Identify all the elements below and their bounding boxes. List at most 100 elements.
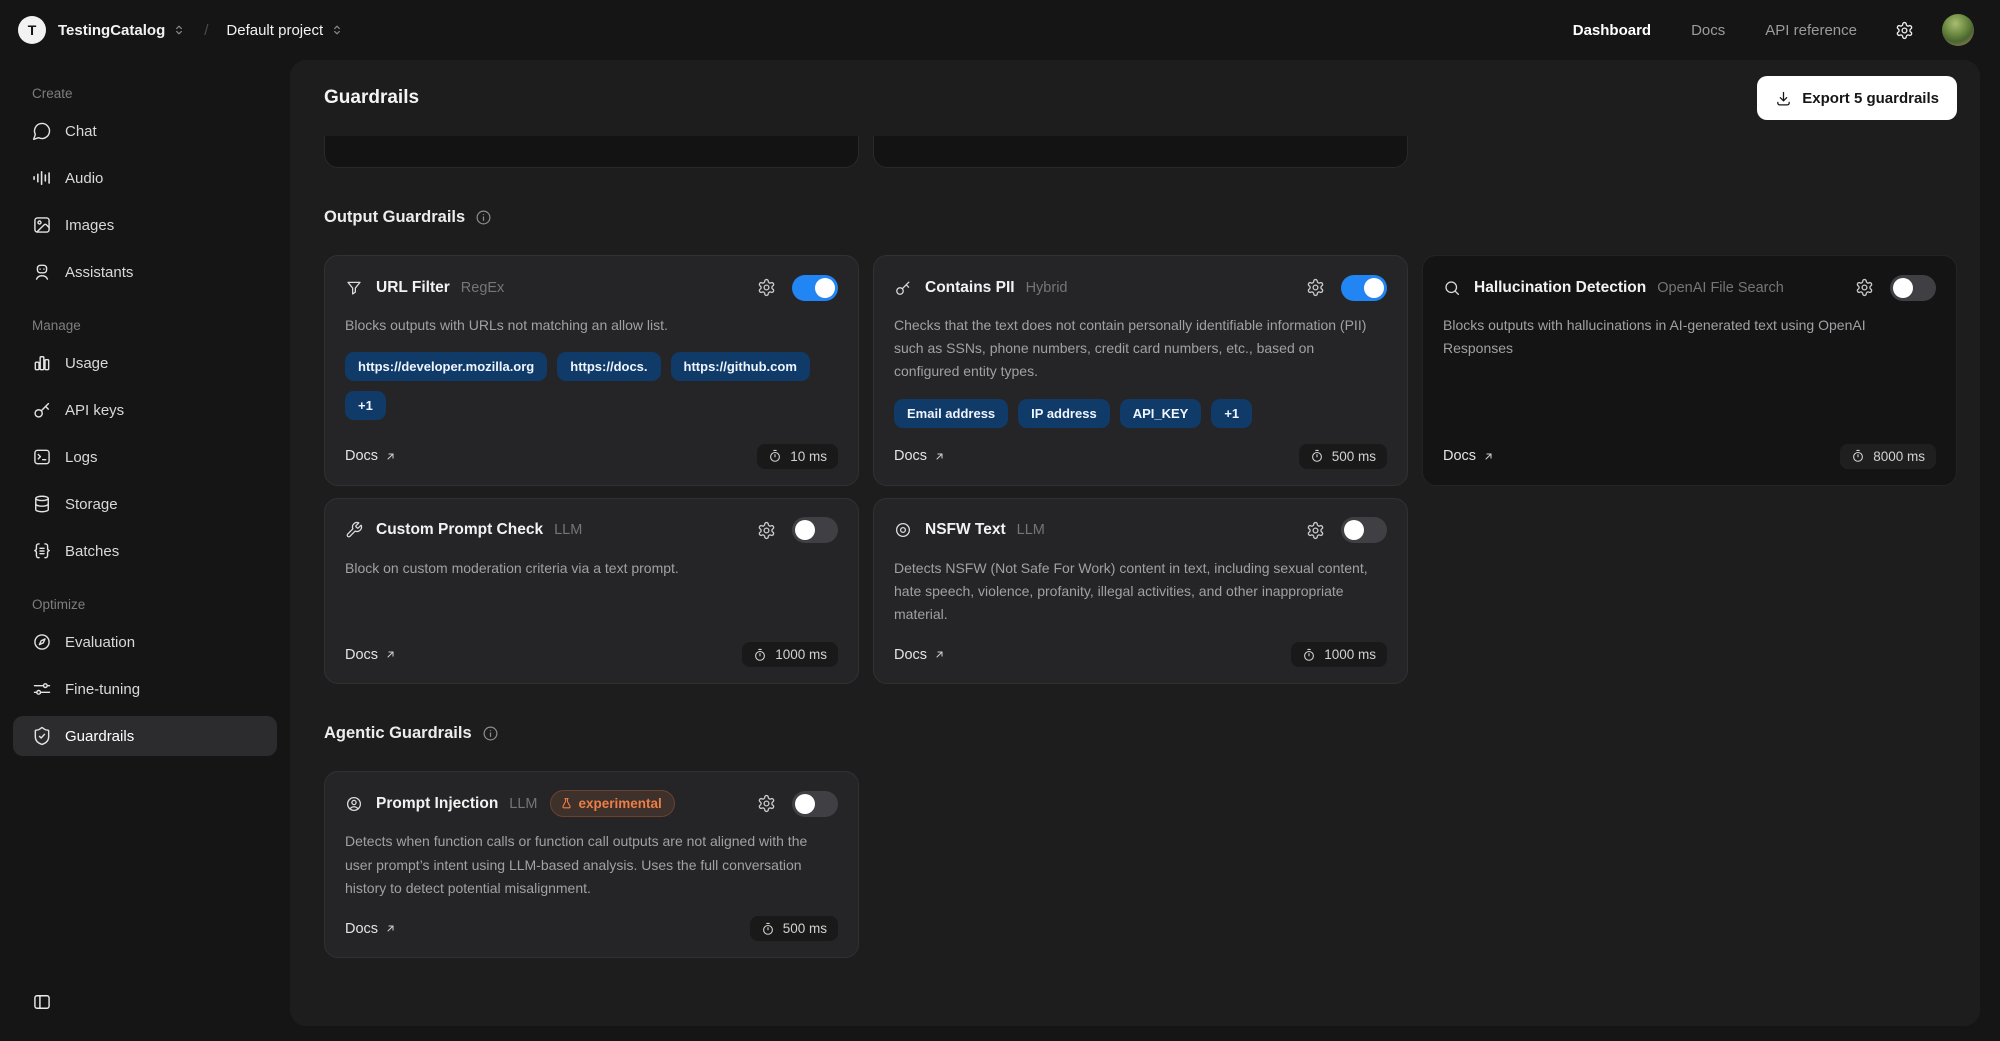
org-switcher[interactable]: TestingCatalog	[56, 20, 188, 41]
sidebar-section-label: Optimize	[32, 597, 277, 612]
wrench-icon	[345, 521, 363, 539]
card-toggle[interactable]	[792, 791, 838, 817]
org-avatar: T	[18, 16, 46, 44]
card-footer: Docs10 ms	[345, 428, 838, 469]
card-settings-button[interactable]	[757, 794, 776, 813]
sidebar-item-label: API keys	[65, 402, 124, 419]
docs-link[interactable]: Docs	[345, 647, 396, 663]
user-avatar[interactable]	[1942, 14, 1974, 46]
export-guardrails-button[interactable]: Export 5 guardrails	[1757, 76, 1957, 120]
page-header: Guardrails Export 5 guardrails	[290, 60, 1980, 136]
sidebar-item-fine-tuning[interactable]: Fine-tuning	[13, 669, 277, 709]
card-method-label: RegEx	[461, 280, 505, 296]
latency-chip: 1000 ms	[742, 642, 838, 667]
sidebar-section-manage: ManageUsageAPI keysLogsStorageBatches	[13, 318, 277, 571]
card-settings-button[interactable]	[757, 521, 776, 540]
card-method-label: LLM	[554, 522, 582, 538]
tag: https://github.com	[671, 352, 810, 381]
card-toggle[interactable]	[1890, 275, 1936, 301]
search-icon	[1443, 279, 1461, 297]
sidebar-item-evaluation[interactable]: Evaluation	[13, 622, 277, 662]
latency-value: 500 ms	[1332, 449, 1376, 464]
sidebar-item-storage[interactable]: Storage	[13, 484, 277, 524]
top-bar-right: Dashboard Docs API reference	[1573, 14, 1974, 46]
sidebar-item-label: Logs	[65, 449, 98, 466]
sidebar-item-usage[interactable]: Usage	[13, 343, 277, 383]
sidebar-item-images[interactable]: Images	[13, 205, 277, 245]
sidebar-item-label: Chat	[65, 123, 97, 140]
gear-icon	[757, 794, 776, 813]
tag-list: Email addressIP addressAPI_KEY+1	[894, 399, 1387, 428]
latency-chip: 500 ms	[1299, 444, 1387, 469]
card-method-label: LLM	[509, 796, 537, 812]
card-settings-button[interactable]	[757, 278, 776, 297]
card-toggle[interactable]	[792, 275, 838, 301]
card-footer: Docs 1000 ms	[894, 626, 1387, 667]
card-actions	[757, 791, 838, 817]
card-settings-button[interactable]	[1855, 278, 1874, 297]
card-actions	[1306, 275, 1387, 301]
evaluation-icon	[32, 632, 52, 652]
sidebar-item-label: Storage	[65, 496, 118, 513]
user-circle-icon	[345, 795, 363, 813]
guardrail-card-url-filter: URL FilterRegExBlocks outputs with URLs …	[324, 255, 859, 486]
card-toggle[interactable]	[792, 517, 838, 543]
scrolled-out-cards-row	[324, 136, 1957, 168]
sidebar-item-batches[interactable]: Batches	[13, 531, 277, 571]
arrow-up-right-icon	[1483, 451, 1494, 462]
sidebar-item-guardrails[interactable]: Guardrails	[13, 716, 277, 756]
sidebar-item-api-keys[interactable]: API keys	[13, 390, 277, 430]
docs-link[interactable]: Docs	[894, 448, 945, 464]
project-switcher[interactable]: Default project	[224, 20, 346, 41]
sidebar-item-audio[interactable]: Audio	[13, 158, 277, 198]
collapse-sidebar-button[interactable]	[32, 992, 52, 1015]
card-toggle[interactable]	[1341, 517, 1387, 543]
sidebar-item-chat[interactable]: Chat	[13, 111, 277, 151]
nav-dashboard[interactable]: Dashboard	[1573, 22, 1651, 39]
sidebar-item-logs[interactable]: Logs	[13, 437, 277, 477]
nav-api-reference[interactable]: API reference	[1765, 22, 1857, 39]
docs-link[interactable]: Docs	[345, 448, 396, 464]
breadcrumb: T TestingCatalog / Default project	[18, 16, 346, 44]
assistants-icon	[32, 262, 52, 282]
guardrail-card-hallucination-detection: Hallucination DetectionOpenAI File Searc…	[1422, 255, 1957, 486]
docs-link-label: Docs	[894, 647, 927, 663]
app-root: T TestingCatalog / Default project Dashb…	[0, 0, 2000, 1041]
section-title: Agentic Guardrails	[324, 724, 472, 743]
disc-icon	[894, 521, 912, 539]
tag-more[interactable]: +1	[345, 391, 386, 420]
sidebar-item-label: Guardrails	[65, 728, 134, 745]
export-button-label: Export 5 guardrails	[1802, 90, 1939, 107]
docs-link[interactable]: Docs	[894, 647, 945, 663]
card-footer: Docs500 ms	[345, 900, 838, 941]
project-name: Default project	[226, 22, 323, 39]
timer-icon	[1851, 449, 1865, 463]
gear-icon	[1306, 278, 1325, 297]
card-settings-button[interactable]	[1306, 521, 1325, 540]
settings-button[interactable]	[1895, 21, 1914, 40]
sidebar-item-assistants[interactable]: Assistants	[13, 252, 277, 292]
info-icon[interactable]	[482, 725, 499, 742]
page-title: Guardrails	[324, 87, 419, 109]
timer-icon	[753, 648, 767, 662]
card-footer: Docs8000 ms	[1443, 428, 1936, 469]
card-settings-button[interactable]	[1306, 278, 1325, 297]
tag-more[interactable]: +1	[1211, 399, 1252, 428]
nav-docs[interactable]: Docs	[1691, 22, 1725, 39]
toggle-knob	[795, 794, 815, 814]
card-toggle[interactable]	[1341, 275, 1387, 301]
org-name: TestingCatalog	[58, 22, 165, 39]
docs-link[interactable]: Docs	[1443, 448, 1494, 464]
card-description: Detects when function calls or function …	[345, 830, 825, 900]
info-icon[interactable]	[475, 209, 492, 226]
card-actions	[1855, 275, 1936, 301]
page-content: Output GuardrailsURL FilterRegExBlocks o…	[290, 136, 1980, 1026]
toggle-knob	[1893, 278, 1913, 298]
toggle-knob	[1364, 278, 1384, 298]
latency-chip: 1000 ms	[1291, 642, 1387, 667]
guardrails-icon	[32, 726, 52, 746]
card-description: Detects NSFW (Not Safe For Work) content…	[894, 557, 1374, 627]
docs-link[interactable]: Docs	[345, 921, 396, 937]
timer-icon	[768, 449, 782, 463]
sidebar-item-label: Evaluation	[65, 634, 135, 651]
